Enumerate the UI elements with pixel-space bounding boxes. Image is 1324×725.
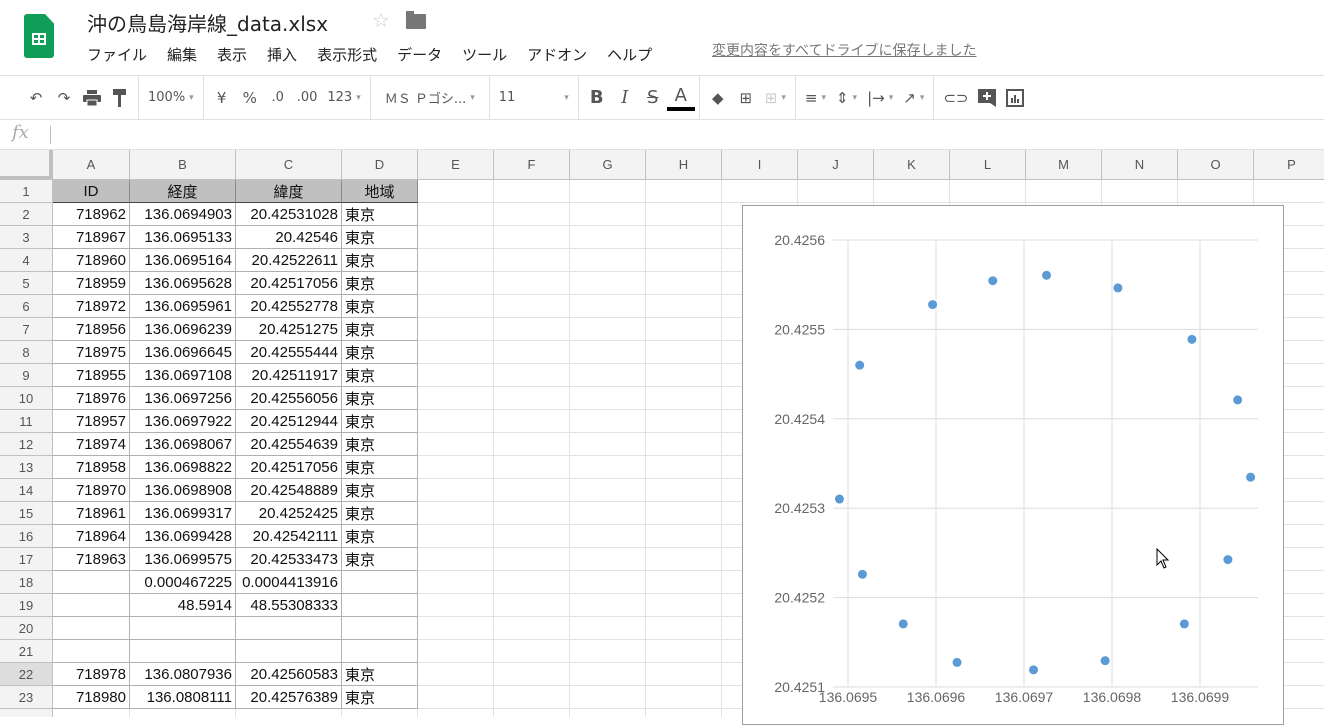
x-tick-label: 136.0697 — [995, 689, 1054, 705]
y-tick-label: 20.4255 — [774, 321, 825, 337]
data-point — [1246, 472, 1256, 482]
data-point — [1187, 334, 1197, 344]
scatter-chart[interactable]: 20.4251 20.4252 20.4253 20.4254 20.4255 20.42… — [742, 205, 1284, 725]
y-tick-label: 20.4254 — [774, 411, 825, 427]
data-point — [952, 657, 962, 667]
data-point — [1179, 619, 1189, 629]
y-tick-label: 20.4251 — [774, 679, 825, 695]
data-point — [928, 300, 938, 310]
x-tick-label: 136.0699 — [1171, 689, 1230, 705]
data-point — [855, 360, 865, 370]
x-tick-label: 136.0695 — [819, 689, 878, 705]
y-tick-label: 20.4252 — [774, 590, 825, 606]
mouse-cursor-icon — [1156, 548, 1170, 569]
data-point — [1113, 283, 1123, 293]
data-point — [1223, 555, 1233, 565]
y-tick-label: 20.4256 — [774, 232, 825, 248]
x-tick-label: 136.0698 — [1083, 689, 1142, 705]
data-point — [1233, 395, 1243, 405]
data-point — [988, 276, 998, 286]
data-point — [857, 569, 867, 579]
data-point — [834, 494, 844, 504]
chart-svg: 20.4251 20.4252 20.4253 20.4254 20.4255 20.42… — [774, 232, 1258, 705]
data-point — [1100, 656, 1110, 666]
data-point — [1029, 665, 1039, 675]
x-tick-label: 136.0696 — [907, 689, 966, 705]
data-point — [898, 619, 908, 629]
data-point — [1042, 270, 1052, 280]
y-tick-label: 20.4253 — [774, 500, 825, 516]
